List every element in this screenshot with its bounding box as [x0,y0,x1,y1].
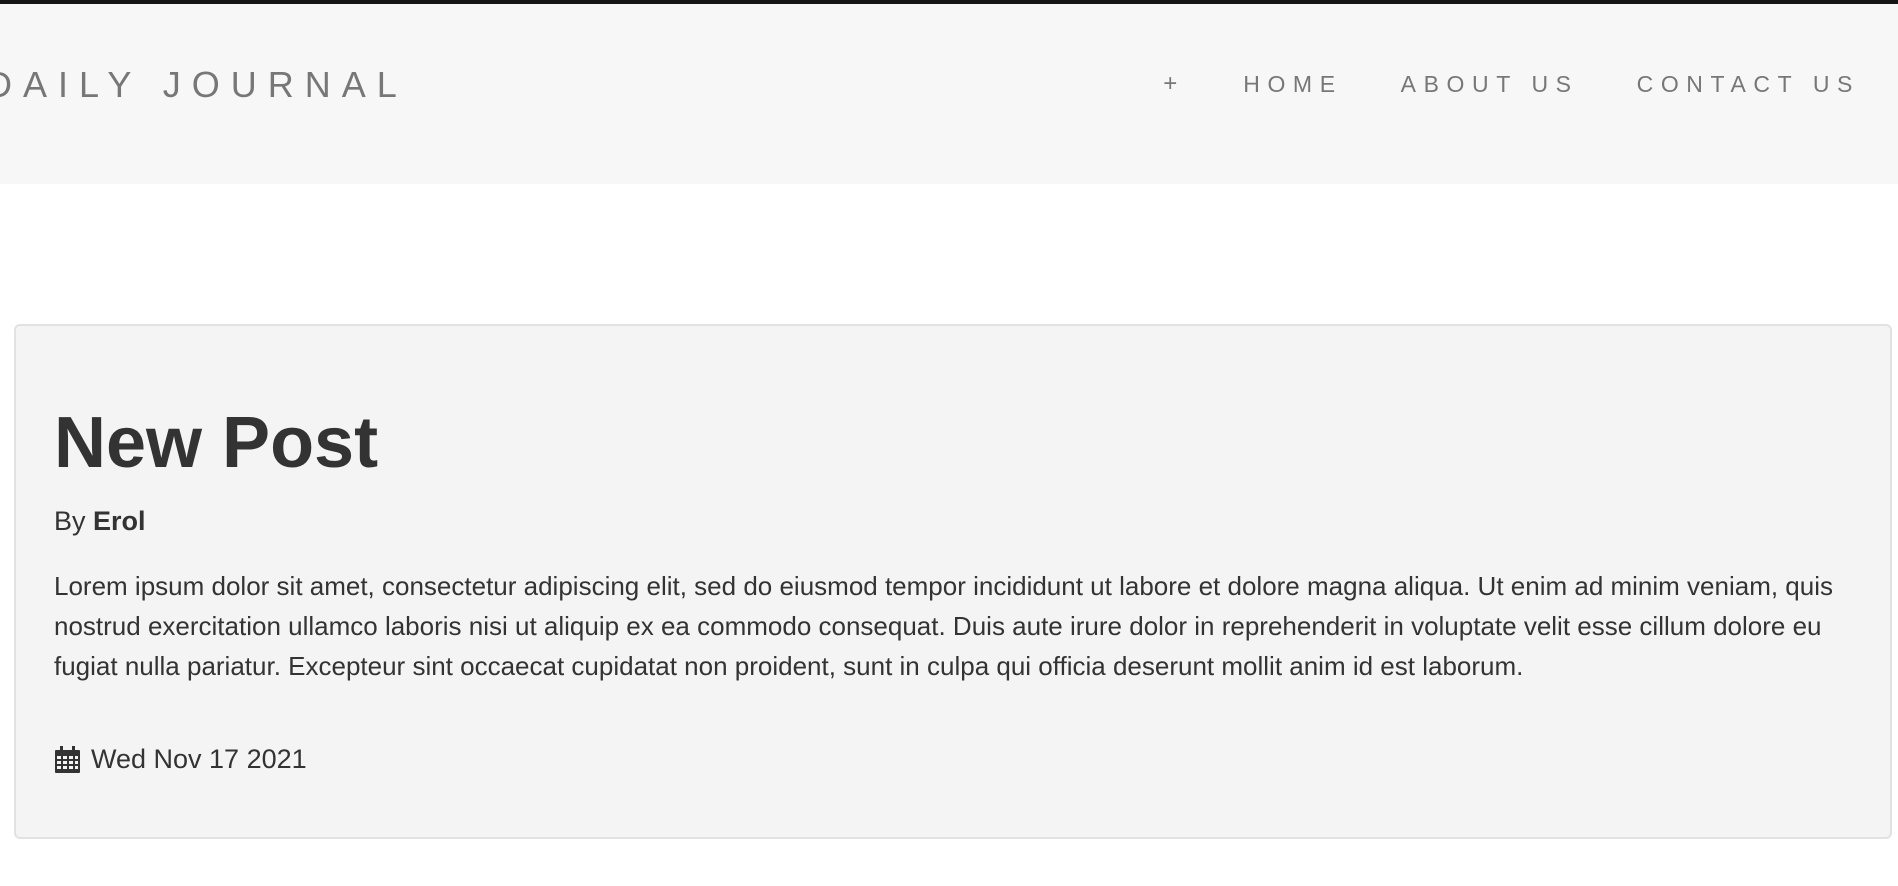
nav-menu: + HOME ABOUT US CONTACT US [1163,70,1860,98]
nav-home-link[interactable]: HOME [1243,71,1342,98]
byline-prefix: By [54,506,86,536]
nav-about-link[interactable]: ABOUT US [1401,71,1579,98]
post-card: New Post By Erol Lorem ipsum dolor sit a… [14,324,1892,839]
brand-logo-link[interactable]: DAILY JOURNAL [0,64,408,106]
compose-plus-link[interactable]: + [1163,70,1177,98]
post-title: New Post [54,403,379,483]
calendar-icon [55,745,80,773]
post-date: Wed Nov 17 2021 [91,744,307,774]
navbar: DAILY JOURNAL + HOME ABOUT US CONTACT US [0,4,1898,184]
post-byline: By Erol [54,506,146,537]
nav-contact-link[interactable]: CONTACT US [1637,71,1860,98]
post-date-row: Wed Nov 17 2021 [54,744,307,775]
post-body: Lorem ipsum dolor sit amet, consectetur … [54,571,1834,681]
post-author: Erol [93,506,146,536]
